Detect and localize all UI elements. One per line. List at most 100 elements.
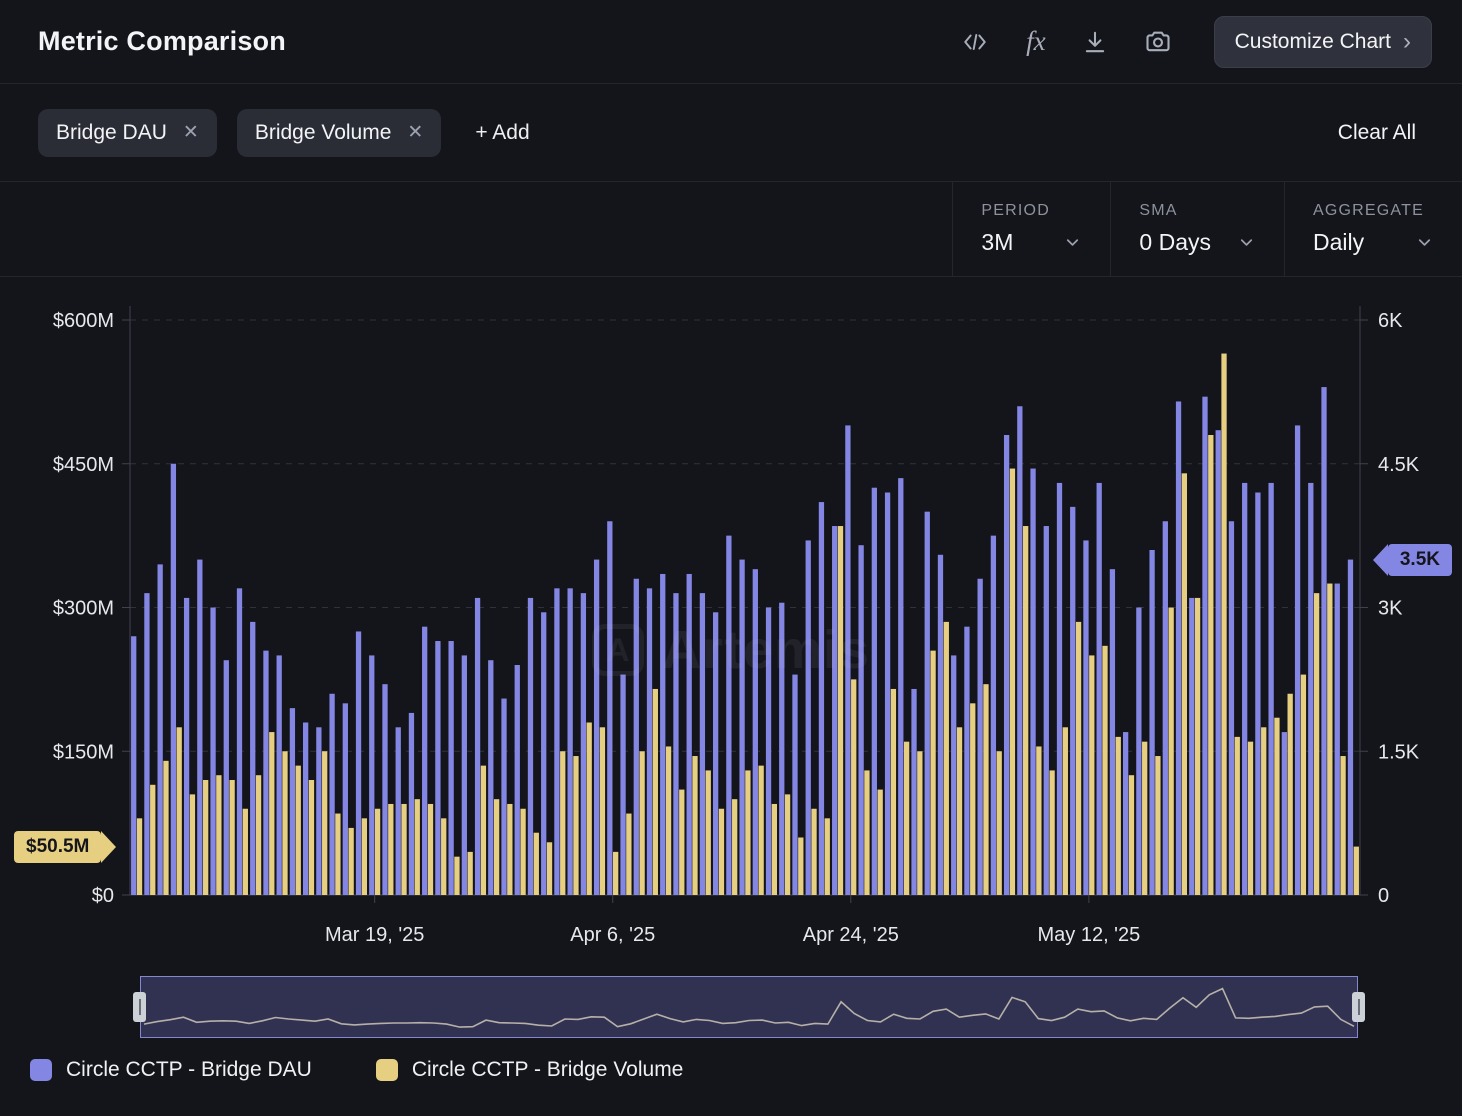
bar-dau — [620, 675, 625, 895]
bar-volume — [1063, 727, 1068, 895]
bar-volume — [1036, 746, 1041, 895]
legend-label: Circle CCTP - Bridge Volume — [412, 1058, 684, 1082]
close-icon[interactable]: ✕ — [407, 121, 423, 144]
period-label: PERIOD — [981, 202, 1082, 220]
bar-volume — [878, 790, 883, 895]
bar-volume — [587, 723, 592, 896]
bar-dau — [422, 627, 427, 895]
chip-bridge-dau[interactable]: Bridge DAU ✕ — [38, 109, 217, 157]
nav-brush-selection[interactable] — [140, 976, 1358, 1038]
bar-dau — [1308, 483, 1313, 895]
bar-volume — [362, 818, 367, 895]
bar-volume — [203, 780, 208, 895]
aggregate-dropdown[interactable]: AGGREGATE Daily — [1284, 182, 1462, 276]
bar-dau — [739, 560, 744, 895]
bar-dau — [1070, 507, 1075, 895]
code-icon — [960, 29, 990, 55]
bar-dau — [210, 608, 215, 896]
bar-volume — [573, 756, 578, 895]
bar-dau — [1017, 406, 1022, 895]
period-dropdown[interactable]: PERIOD 3M — [952, 182, 1110, 276]
nav-left-handle[interactable] — [133, 992, 146, 1022]
bar-volume — [375, 809, 380, 895]
aggregate-value: Daily — [1313, 229, 1364, 256]
bar-dau — [1189, 598, 1194, 895]
svg-text:Mar 19, '25: Mar 19, '25 — [325, 924, 424, 946]
svg-text:May 12, '25: May 12, '25 — [1037, 924, 1140, 946]
bar-volume — [441, 818, 446, 895]
bar-dau — [1004, 435, 1009, 895]
bar-dau — [1268, 483, 1273, 895]
bar-dau — [409, 713, 414, 895]
bar-dau — [1255, 493, 1260, 896]
customize-chart-button[interactable]: Customize Chart › — [1214, 16, 1432, 68]
bar-volume — [1102, 646, 1107, 895]
header: Metric Comparison fx — [0, 0, 1462, 84]
bar-volume — [547, 842, 552, 895]
chevron-down-icon — [1063, 233, 1082, 252]
bar-dau — [726, 536, 731, 895]
bar-volume — [1354, 847, 1359, 895]
nav-right-handle[interactable] — [1352, 992, 1365, 1022]
clear-all-button[interactable]: Clear All — [1332, 120, 1422, 146]
bar-dau — [660, 574, 665, 895]
bar-dau — [263, 651, 268, 895]
add-metric-button[interactable]: + Add — [469, 120, 535, 146]
range-navigator — [140, 976, 1358, 1038]
close-icon[interactable]: ✕ — [183, 121, 199, 144]
bar-volume — [150, 785, 155, 895]
download-button[interactable] — [1082, 29, 1108, 55]
bar-dau — [1242, 483, 1247, 895]
comparison-chart[interactable]: $00$150M1.5K$300M3K$450M4.5K$600M6KMar 1… — [0, 277, 1462, 962]
bar-volume — [1129, 775, 1134, 895]
metric-comparison-app: Metric Comparison fx — [0, 0, 1462, 1082]
legend-item-bridge-dau[interactable]: Circle CCTP - Bridge DAU — [30, 1058, 312, 1082]
embed-code-button[interactable] — [960, 29, 990, 55]
bar-dau — [316, 727, 321, 895]
bar-volume — [891, 689, 896, 895]
bar-volume — [639, 751, 644, 895]
bar-volume — [613, 852, 618, 895]
bar-dau — [1295, 425, 1300, 895]
bar-volume — [401, 804, 406, 895]
bar-volume — [256, 775, 261, 895]
bar-dau — [1176, 401, 1181, 895]
bar-dau — [858, 545, 863, 895]
bar-dau — [277, 655, 282, 895]
bar-dau — [872, 488, 877, 895]
legend: Circle CCTP - Bridge DAU Circle CCTP - B… — [0, 1038, 1462, 1082]
bar-dau — [766, 608, 771, 896]
chip-label: Bridge DAU — [56, 121, 167, 145]
bar-volume — [1340, 756, 1345, 895]
bar-dau — [329, 694, 334, 895]
bar-dau — [250, 622, 255, 895]
bar-dau — [713, 612, 718, 895]
bar-volume — [1208, 435, 1213, 895]
legend-item-bridge-volume[interactable]: Circle CCTP - Bridge Volume — [376, 1058, 684, 1082]
bar-dau — [1229, 521, 1234, 895]
bar-dau — [224, 660, 229, 895]
bar-volume — [1301, 675, 1306, 895]
bar-volume — [1235, 737, 1240, 895]
bar-dau — [1044, 526, 1049, 895]
bar-dau — [1202, 397, 1207, 895]
chart-controls: PERIOD 3M SMA 0 Days AGGREGATE Daily — [0, 182, 1462, 277]
formula-button[interactable]: fx — [1026, 26, 1046, 57]
bar-dau — [687, 574, 692, 895]
svg-text:3K: 3K — [1378, 598, 1403, 620]
sma-dropdown[interactable]: SMA 0 Days — [1110, 182, 1284, 276]
bar-dau — [1123, 732, 1128, 895]
bar-volume — [772, 804, 777, 895]
bar-volume — [1261, 727, 1266, 895]
bar-volume — [1010, 469, 1015, 895]
bar-volume — [309, 780, 314, 895]
bar-volume — [706, 770, 711, 895]
bar-volume — [798, 838, 803, 896]
bar-volume — [1023, 526, 1028, 895]
bar-dau — [448, 641, 453, 895]
bar-dau — [607, 521, 612, 895]
bar-dau — [938, 555, 943, 895]
bar-volume — [957, 727, 962, 895]
chip-bridge-volume[interactable]: Bridge Volume ✕ — [237, 109, 442, 157]
screenshot-button[interactable] — [1144, 28, 1172, 56]
